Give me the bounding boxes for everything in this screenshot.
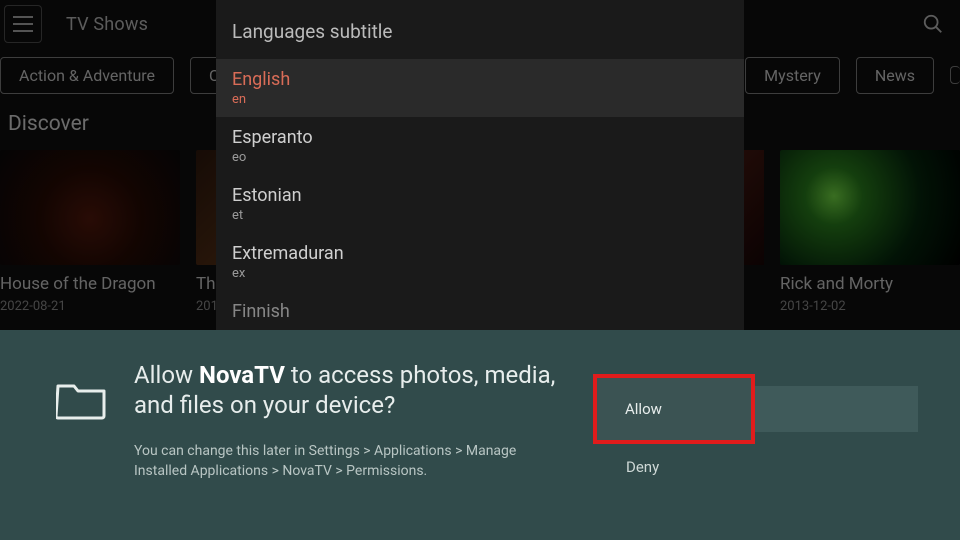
lang-code: eo [232,150,728,165]
lang-code: ex [232,266,728,281]
card-date: 2022-08-21 [0,299,180,314]
menu-button[interactable] [4,5,42,43]
perm-text: Allow NovaTV to access photos, media, an… [134,360,598,481]
languages-panel: Languages subtitle English en Esperanto … [216,0,744,330]
search-button[interactable] [922,13,944,35]
languages-header: Languages subtitle [216,0,744,59]
chip-overflow[interactable] [950,66,960,84]
app-root: TV Shows Action & Adventure Co Mystery N… [0,0,960,540]
lang-item-esperanto[interactable]: Esperanto eo [216,117,744,175]
lang-name: Esperanto [232,127,728,148]
lang-item-finnish[interactable]: Finnish [216,291,744,322]
card-title: House of the Dragon [0,275,180,295]
lang-name: Extremaduran [232,243,728,264]
perm-app-name: NovaTV [199,361,285,389]
card-4[interactable]: Rick and Morty 2013-12-02 [780,150,960,314]
perm-left: Allow NovaTV to access photos, media, an… [56,360,598,520]
folder-icon [56,380,106,420]
lang-code: en [232,92,728,107]
allow-label: Allow [625,400,662,418]
poster-4 [780,150,960,265]
lang-item-extremaduran[interactable]: Extremaduran ex [216,233,744,291]
languages-list: English en Esperanto eo Estonian et Extr… [216,59,744,322]
permission-dialog: Allow NovaTV to access photos, media, an… [0,330,960,540]
perm-heading: Allow NovaTV to access photos, media, an… [134,360,598,420]
hamburger-icon [13,16,33,32]
chip-mystery[interactable]: Mystery [745,57,840,94]
allow-button[interactable]: Allow [593,374,755,444]
card-title: Rick and Morty [780,275,960,295]
page-title: TV Shows [66,14,148,35]
perm-prefix: Allow [134,361,199,389]
card-0[interactable]: House of the Dragon 2022-08-21 [0,150,180,314]
search-icon [922,13,944,35]
lang-name: Estonian [232,185,728,206]
lang-name: Finnish [232,301,728,322]
deny-label: Deny [626,458,659,476]
lang-name: English [232,69,728,90]
chip-action-adventure[interactable]: Action & Adventure [0,57,174,94]
chip-news[interactable]: News [856,57,934,94]
deny-button[interactable]: Deny [626,458,659,476]
perm-subtext: You can change this later in Settings > … [134,442,534,481]
lang-item-english[interactable]: English en [216,59,744,117]
lang-code: et [232,208,728,223]
card-date: 2013-12-02 [780,299,960,314]
perm-actions: Allow Deny [598,360,918,520]
poster-0 [0,150,180,265]
lang-item-estonian[interactable]: Estonian et [216,175,744,233]
